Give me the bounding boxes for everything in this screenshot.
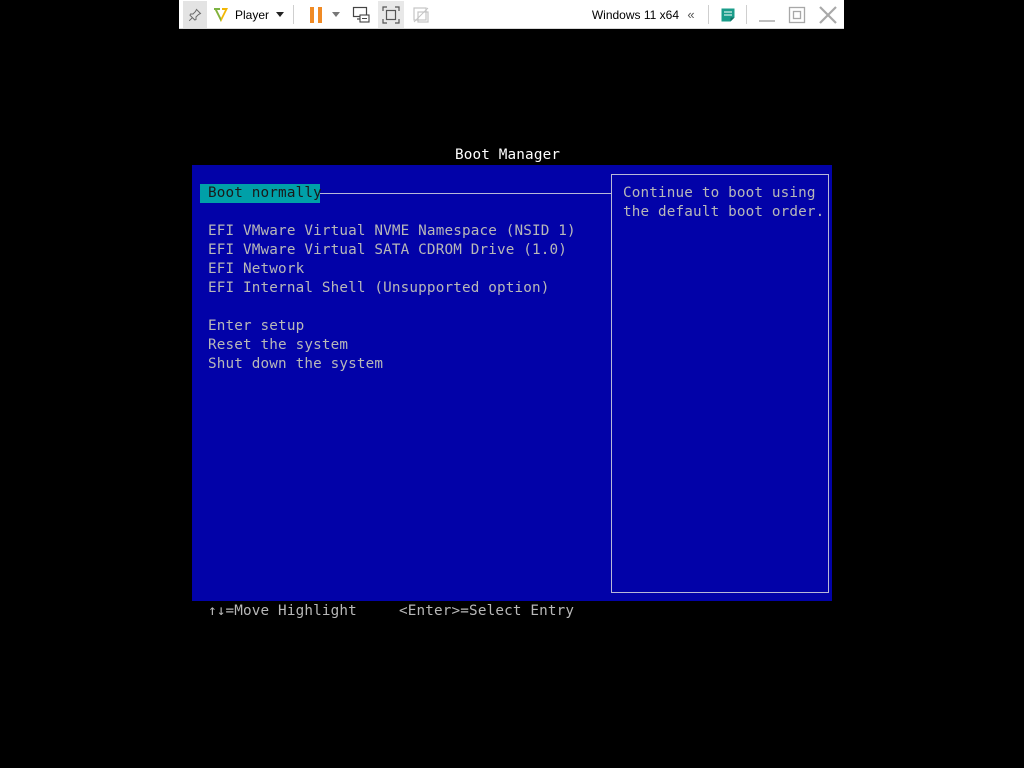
collapse-toolbar-button[interactable]: « <box>682 0 700 29</box>
help-text-box <box>611 174 829 593</box>
enter-fullscreen-button[interactable] <box>378 1 404 28</box>
restore-icon <box>788 6 806 23</box>
toolbar-separator <box>293 5 294 24</box>
boot-option-nvme[interactable]: EFI VMware Virtual NVME Namespace (NSID … <box>208 222 576 241</box>
send-ctrl-alt-del-button[interactable] <box>350 0 372 29</box>
menu-option-reset-system[interactable]: Reset the system <box>208 336 348 355</box>
toolbar-separator <box>708 5 709 24</box>
close-window-button[interactable] <box>815 0 841 29</box>
unity-icon <box>413 6 429 23</box>
collapse-icon: « <box>687 7 695 22</box>
boot-option-sata-cdrom[interactable]: EFI VMware Virtual SATA CDROM Drive (1.0… <box>208 241 567 260</box>
boot-option-internal-shell[interactable]: EFI Internal Shell (Unsupported option) <box>208 279 550 298</box>
vm-notes-button[interactable] <box>717 0 739 29</box>
send-ctrl-alt-del-icon <box>352 6 370 23</box>
unity-mode-button[interactable] <box>410 0 432 29</box>
footer-move-hint: ↑↓=Move Highlight <box>208 603 357 619</box>
power-options-dropdown[interactable] <box>330 0 342 29</box>
pause-icon <box>310 6 322 23</box>
selection-divider-line <box>320 193 611 194</box>
vm-name-label: Windows 11 x64 <box>591 7 679 22</box>
boot-manager-title: Boot Manager <box>455 147 561 163</box>
footer-select-hint: <Enter>=Select Entry <box>399 603 575 619</box>
pause-vm-button[interactable] <box>305 0 327 29</box>
notes-icon <box>721 8 735 21</box>
fullscreen-icon <box>382 5 400 24</box>
minimize-icon <box>759 19 775 22</box>
boot-option-boot-normally[interactable]: Boot normally <box>200 184 322 203</box>
vmware-player-toolbar: Player Windows 11 x64 « <box>179 0 844 29</box>
chevron-down-icon <box>332 12 340 17</box>
help-text-line: the default boot order. <box>623 204 825 220</box>
vmware-player-logo <box>214 7 228 22</box>
minimize-window-button[interactable] <box>756 0 778 29</box>
player-menu-label[interactable]: Player <box>235 0 271 29</box>
menu-option-enter-setup[interactable]: Enter setup <box>208 317 304 336</box>
pin-toolbar-button[interactable] <box>183 1 207 28</box>
chevron-down-icon <box>276 12 284 17</box>
restore-window-button[interactable] <box>786 0 808 29</box>
pin-icon <box>188 8 202 21</box>
toolbar-separator <box>746 5 747 24</box>
boot-option-network[interactable]: EFI Network <box>208 260 304 279</box>
player-menu-dropdown[interactable] <box>274 0 286 29</box>
help-text-line: Continue to boot using <box>623 185 816 201</box>
menu-option-shut-down[interactable]: Shut down the system <box>208 355 383 374</box>
player-menu-button[interactable] <box>210 0 232 29</box>
close-icon <box>819 5 837 24</box>
